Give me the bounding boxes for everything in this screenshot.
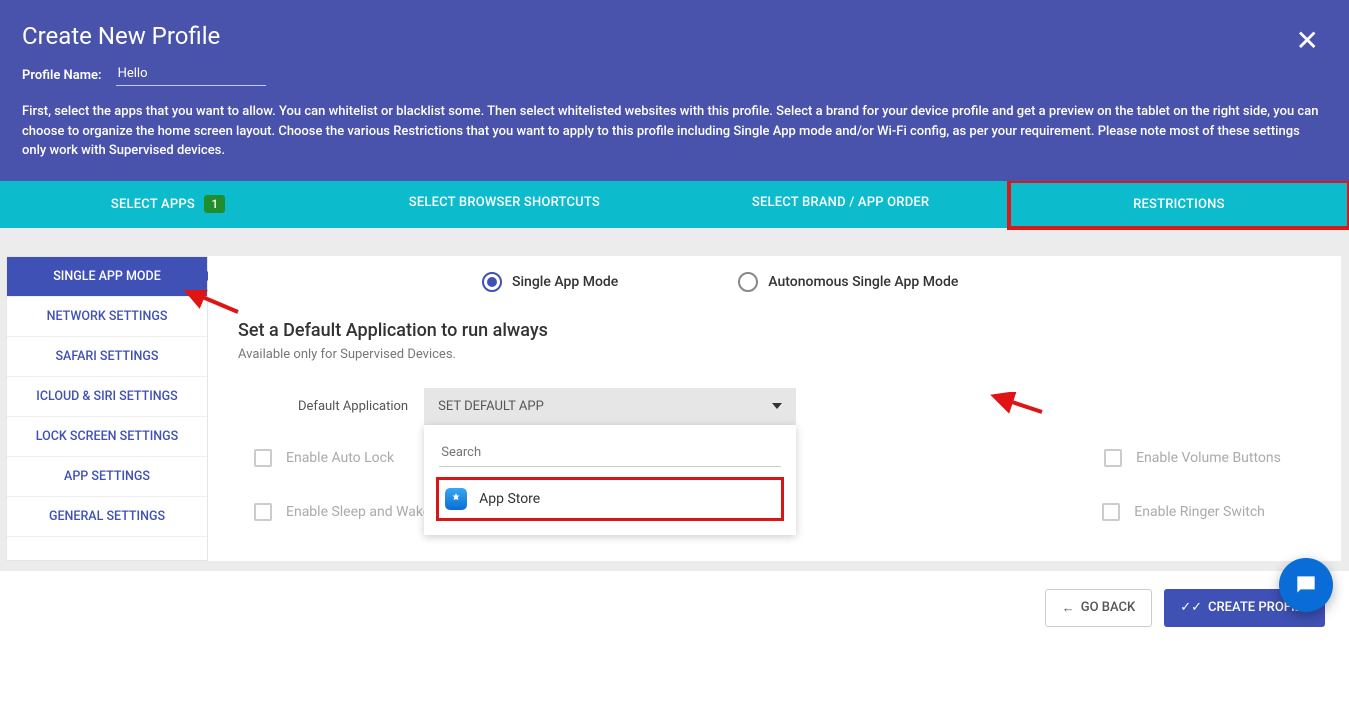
dropdown-placeholder: SET DEFAULT APP xyxy=(438,399,544,414)
tab-brand-order[interactable]: SELECT BRAND / APP ORDER xyxy=(673,181,1009,228)
check-ringer-switch[interactable]: Enable Ringer Switch xyxy=(1102,503,1265,521)
check-volume-buttons[interactable]: Enable Volume Buttons xyxy=(1104,449,1281,467)
tab-restrictions[interactable]: RESTRICTIONS xyxy=(1007,179,1349,230)
sidebar-item-single-app-mode[interactable]: SINGLE APP MODE xyxy=(7,257,207,297)
radio-icon xyxy=(482,272,502,292)
header: Create New Profile ✕ Profile Name: First… xyxy=(0,0,1349,181)
profile-name-label: Profile Name: xyxy=(22,68,102,83)
profile-name-input[interactable] xyxy=(116,64,266,86)
chevron-down-icon xyxy=(772,403,782,409)
app-store-icon xyxy=(445,488,467,510)
checkbox-icon xyxy=(1104,449,1122,467)
check-label: Enable Volume Buttons xyxy=(1136,450,1281,466)
dropdown-search-input[interactable] xyxy=(439,439,781,467)
radio-single-app-mode[interactable]: Single App Mode xyxy=(482,272,618,292)
sidebar-item-general[interactable]: GENERAL SETTINGS xyxy=(7,497,207,537)
dropdown-toggle[interactable]: SET DEFAULT APP xyxy=(424,388,796,425)
sidebar-item-app-settings[interactable]: APP SETTINGS xyxy=(7,457,207,497)
check-label: Enable Auto Lock xyxy=(286,450,394,466)
default-app-row: Default Application SET DEFAULT APP App … xyxy=(298,388,1311,425)
tabs: SELECT APPS 1 SELECT BROWSER SHORTCUTS S… xyxy=(0,181,1349,228)
content: Single App Mode Autonomous Single App Mo… xyxy=(208,256,1341,561)
check-label: Enable Sleep and Wake xyxy=(286,504,430,520)
page-title: Create New Profile xyxy=(22,22,1327,50)
checkbox-icon xyxy=(254,449,272,467)
check-all-icon: ✓✓ xyxy=(1180,600,1202,615)
footer: ← GO BACK ✓✓ CREATE PROFILE xyxy=(0,571,1349,645)
tab-browser-shortcuts[interactable]: SELECT BROWSER SHORTCUTS xyxy=(336,181,672,228)
dropdown-option-app-store[interactable]: App Store xyxy=(436,477,784,521)
annotation-arrow-dropdown xyxy=(988,392,1048,416)
radio-icon xyxy=(738,272,758,292)
tab-select-apps[interactable]: SELECT APPS 1 xyxy=(0,181,336,228)
sidebar-item-network[interactable]: NETWORK SETTINGS xyxy=(7,297,207,337)
chat-icon xyxy=(1293,572,1319,598)
checkbox-icon xyxy=(1102,503,1120,521)
sidebar-item-icloud-siri[interactable]: ICLOUD & SIRI SETTINGS xyxy=(7,377,207,417)
dropdown-option-label: App Store xyxy=(479,491,540,507)
annotation-arrow-sidebar xyxy=(178,290,248,320)
check-sleep-wake[interactable]: Enable Sleep and Wake xyxy=(254,503,430,521)
close-icon[interactable]: ✕ xyxy=(1296,24,1319,57)
default-app-dropdown: SET DEFAULT APP App Store xyxy=(424,388,796,425)
check-auto-lock[interactable]: Enable Auto Lock xyxy=(254,449,394,467)
arrow-left-icon: ← xyxy=(1062,600,1075,616)
sidebar-item-safari[interactable]: SAFARI SETTINGS xyxy=(7,337,207,377)
section-title: Set a Default Application to run always xyxy=(238,320,1311,341)
section-subtitle: Available only for Supervised Devices. xyxy=(238,347,1311,362)
chat-widget-button[interactable] xyxy=(1279,558,1333,612)
radio-group-mode: Single App Mode Autonomous Single App Mo… xyxy=(482,272,1311,292)
radio-autonomous-mode[interactable]: Autonomous Single App Mode xyxy=(738,272,958,292)
radio-label: Autonomous Single App Mode xyxy=(768,274,958,290)
sidebar-item-lock-screen[interactable]: LOCK SCREEN SETTINGS xyxy=(7,417,207,457)
button-label: GO BACK xyxy=(1081,600,1135,615)
header-description: First, select the apps that you want to … xyxy=(22,102,1327,161)
radio-label: Single App Mode xyxy=(512,274,618,290)
go-back-button[interactable]: ← GO BACK xyxy=(1045,589,1152,627)
check-label: Enable Ringer Switch xyxy=(1134,504,1265,520)
profile-name-row: Profile Name: xyxy=(22,64,1327,86)
dropdown-panel: App Store xyxy=(424,425,796,535)
tab-badge: 1 xyxy=(204,195,225,213)
tab-label: SELECT APPS xyxy=(111,197,195,212)
body: SINGLE APP MODE NETWORK SETTINGS SAFARI … xyxy=(0,228,1349,571)
checkbox-icon xyxy=(254,503,272,521)
default-app-label: Default Application xyxy=(298,399,408,414)
